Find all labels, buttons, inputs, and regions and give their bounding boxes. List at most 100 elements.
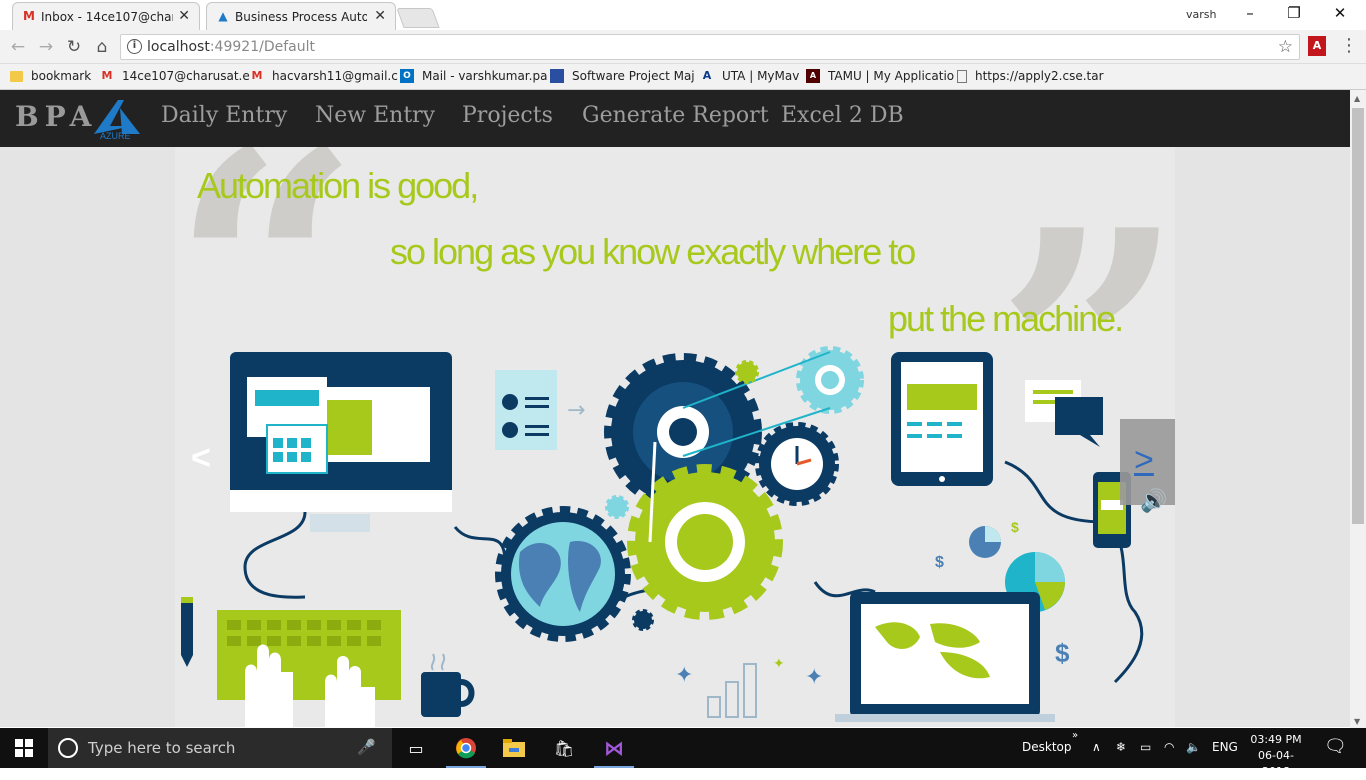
nav-new-entry[interactable]: New Entry: [315, 103, 435, 128]
carousel-prev-button[interactable]: <: [191, 439, 211, 478]
azure-icon: ▲: [218, 9, 228, 23]
bookmark-item[interactable]: M hacvarsh11@gmail.c: [250, 69, 398, 83]
close-icon[interactable]: ✕: [178, 8, 190, 24]
pencil-icon: [181, 597, 193, 667]
gmail-icon: M: [251, 69, 263, 82]
scroll-down-icon[interactable]: ▼: [1354, 717, 1360, 726]
speaker-icon[interactable]: 🔊: [1140, 489, 1167, 514]
chevron-right-icon: >: [1134, 441, 1154, 479]
bookmark-label: Software Project Maj: [572, 69, 695, 83]
bookmark-item[interactable]: Software Project Maj: [550, 69, 695, 83]
battery-icon[interactable]: ▭: [1140, 740, 1151, 754]
tray-app-icon[interactable]: ❄: [1116, 740, 1126, 754]
uta-icon: A: [702, 69, 712, 82]
hero-carousel: “ ” Automation is good, so long as you k…: [175, 147, 1175, 727]
gmail-icon: M: [101, 69, 113, 82]
bookmark-item[interactable]: A TAMU | My Applicatio: [806, 69, 954, 83]
reload-icon[interactable]: ↻: [64, 37, 84, 57]
quote-line-2: so long as you know exactly where to: [390, 231, 916, 272]
page-scrollbar[interactable]: ▲ ▼: [1350, 90, 1366, 728]
tab-title: Inbox - 14ce107@charus: [41, 9, 173, 24]
volume-icon[interactable]: 🔈: [1186, 740, 1201, 754]
bookmark-label: 14ce107@charusat.e: [122, 69, 250, 83]
svg-text:$: $: [1011, 519, 1019, 535]
bookmark-label: https://apply2.cse.tar: [975, 69, 1104, 83]
nav-generate-report[interactable]: Generate Report: [582, 103, 769, 128]
brand-logo[interactable]: BPA: [15, 100, 97, 133]
tab-bpa-active[interactable]: ▲ Business Process Automa ✕: [206, 2, 396, 30]
microphone-icon[interactable]: 🎤: [357, 738, 376, 756]
chat-bubble-icon: [1025, 380, 1103, 447]
close-window-icon[interactable]: ✕: [1330, 4, 1350, 22]
bar-chart-icon: ✦ ✦ ✦: [675, 656, 823, 718]
page-icon: [957, 69, 967, 83]
tab-title: Business Process Automa: [235, 9, 367, 24]
nav-excel-2-db[interactable]: Excel 2 DB: [781, 103, 904, 128]
clock-date: 06-04-2018: [1258, 749, 1294, 778]
tamu-icon: A: [806, 69, 820, 83]
app-icon: [550, 69, 564, 83]
cable-monitor: [243, 511, 307, 599]
chrome-icon[interactable]: [454, 736, 478, 760]
file-explorer-icon[interactable]: [502, 736, 526, 760]
task-view-icon[interactable]: ▭: [404, 736, 428, 760]
svg-text:→: →: [567, 398, 585, 423]
visual-studio-icon[interactable]: ⋈: [602, 736, 626, 760]
back-icon[interactable]: ←: [8, 37, 28, 57]
svg-text:✦: ✦: [773, 656, 785, 672]
pdf-extension-icon[interactable]: A: [1308, 36, 1326, 56]
main-content: “ ” Automation is good, so long as you k…: [0, 147, 1350, 727]
quote-line-1: Automation is good,: [197, 165, 479, 206]
cortana-icon: [58, 738, 78, 758]
start-button[interactable]: [0, 728, 48, 768]
store-icon[interactable]: 🛍: [552, 736, 576, 760]
nav-daily-entry[interactable]: Daily Entry: [161, 103, 287, 128]
bookmark-item[interactable]: A UTA | MyMav: [700, 69, 800, 83]
profile-name[interactable]: varsh: [1186, 8, 1216, 21]
bookmark-label: UTA | MyMav: [722, 69, 800, 83]
system-clock[interactable]: 03:49 PM 06-04-2018: [1248, 732, 1304, 780]
scroll-up-icon[interactable]: ▲: [1354, 94, 1360, 103]
automation-illustration: → $ $ $ ✦ ✦ ✦: [181, 346, 1144, 727]
forward-icon[interactable]: →: [36, 37, 56, 57]
chevron-double-icon[interactable]: »: [1072, 730, 1078, 741]
site-info-icon[interactable]: i: [127, 39, 142, 54]
new-tab-button[interactable]: [396, 8, 440, 28]
svg-text:✦: ✦: [805, 665, 823, 690]
tablet-icon: [891, 352, 993, 486]
desktop-toolbar[interactable]: Desktop: [1022, 740, 1072, 754]
bookmarks-bar: bookmark M 14ce107@charusat.e M hacvarsh…: [0, 64, 1366, 90]
address-bar[interactable]: i localhost:49921/Default ☆: [120, 34, 1300, 60]
nav-projects[interactable]: Projects: [462, 103, 553, 128]
bookmark-item[interactable]: O Mail - varshkumar.pa: [400, 69, 547, 83]
language-indicator[interactable]: ENG: [1212, 740, 1238, 754]
bookmark-item[interactable]: bookmark: [10, 69, 91, 83]
small-teal-gear-icon: [605, 495, 629, 519]
bookmark-label: bookmark: [31, 69, 92, 83]
tab-gmail-inbox[interactable]: M Inbox - 14ce107@charus ✕: [12, 2, 200, 30]
bookmark-item[interactable]: https://apply2.cse.tar: [957, 69, 1104, 83]
outlook-icon: O: [400, 69, 414, 83]
folder-icon: [10, 70, 23, 82]
home-icon[interactable]: ⌂: [92, 37, 112, 57]
globe-icon: [495, 506, 631, 642]
laptop-icon: [835, 592, 1055, 722]
bookmark-item[interactable]: M 14ce107@charusat.e: [100, 69, 250, 83]
svg-text:$: $: [1055, 638, 1070, 668]
chrome-menu-icon[interactable]: ⋮: [1340, 36, 1358, 56]
bookmark-label: Mail - varshkumar.pa: [422, 69, 548, 83]
show-hidden-icons[interactable]: ∧: [1092, 740, 1101, 754]
keyboard-icon: [217, 610, 401, 727]
bookmark-star-icon[interactable]: ☆: [1278, 37, 1293, 57]
action-center-icon[interactable]: 🗨: [1324, 736, 1347, 757]
close-icon[interactable]: ✕: [374, 8, 386, 24]
taskbar-search-box[interactable]: Type here to search 🎤: [48, 728, 392, 768]
azure-logo[interactable]: AZURE: [92, 98, 146, 140]
url-host: localhost: [147, 39, 210, 55]
wifi-icon[interactable]: ◠: [1164, 740, 1174, 754]
scrollbar-thumb[interactable]: [1352, 108, 1364, 524]
search-placeholder: Type here to search: [88, 739, 236, 757]
restore-icon[interactable]: ❐: [1284, 4, 1304, 22]
address-toolbar: ← → ↻ ⌂ i localhost:49921/Default ☆: [0, 30, 1366, 64]
minimize-icon[interactable]: –: [1240, 4, 1260, 22]
